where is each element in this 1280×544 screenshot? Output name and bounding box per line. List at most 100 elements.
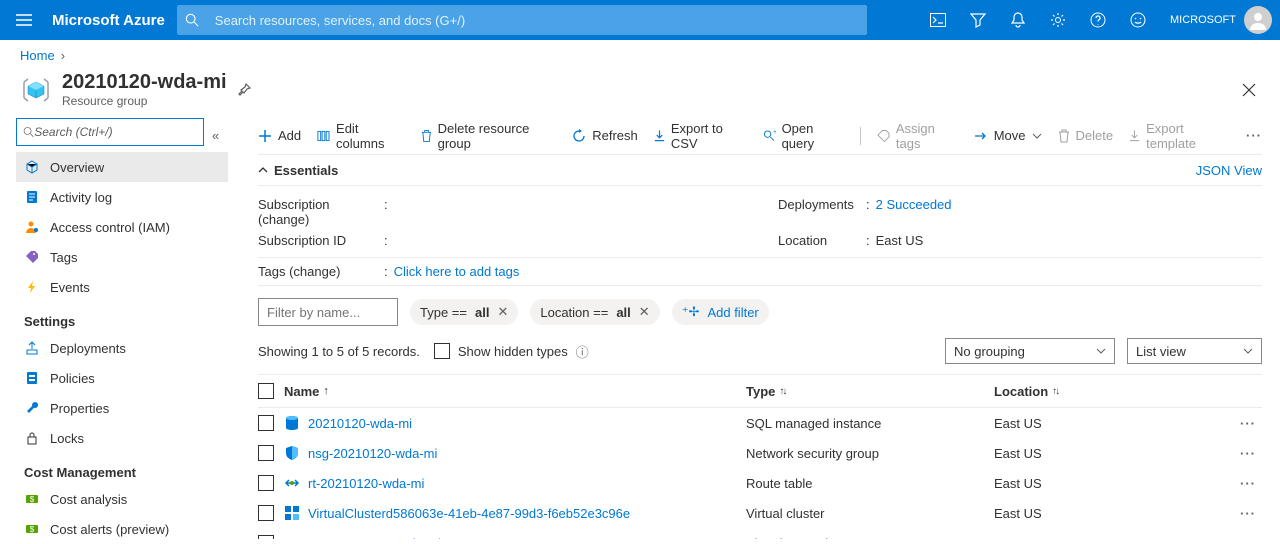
change-subscription-link[interactable]: change [262, 212, 305, 227]
row-overflow-button[interactable]: ··· [1240, 536, 1256, 540]
lightning-icon [24, 279, 40, 295]
sidebar-item-tags[interactable]: Tags [16, 242, 228, 272]
select-all-checkbox[interactable] [258, 383, 274, 399]
brand-label: Microsoft Azure [48, 12, 177, 29]
toolbar-divider [860, 127, 861, 145]
sidebar-item-cost-analysis[interactable]: $ Cost analysis [16, 484, 228, 514]
chevron-down-icon [1243, 348, 1253, 354]
notifications-icon[interactable] [998, 0, 1038, 40]
info-icon[interactable]: ⓘ [576, 342, 589, 361]
resource-location-cell: East US [994, 446, 1234, 461]
filter-by-name-input[interactable] [258, 298, 398, 326]
row-overflow-button[interactable]: ··· [1240, 506, 1256, 521]
resource-location-cell: East US [994, 416, 1234, 431]
sort-icon: ↑↓ [1052, 386, 1058, 397]
open-query-button[interactable]: +Open query [763, 121, 844, 151]
sidebar-item-label: Locks [50, 431, 84, 446]
location-label: Location [778, 233, 860, 248]
table-row: rt-20210120-wda-miRoute tableEast US··· [258, 468, 1262, 498]
account-label[interactable]: MICROSOFT [1158, 14, 1244, 26]
row-overflow-button[interactable]: ··· [1240, 476, 1256, 491]
sidebar-item-label: Access control (IAM) [50, 220, 170, 235]
help-icon[interactable] [1078, 0, 1118, 40]
svg-text:+: + [773, 129, 776, 136]
sidebar-item-activity-log[interactable]: Activity log [16, 182, 228, 212]
breadcrumb-home[interactable]: Home [20, 48, 55, 63]
row-checkbox[interactable] [258, 505, 274, 521]
feedback-icon[interactable] [1118, 0, 1158, 40]
delete-resource-group-button[interactable]: Delete resource group [421, 121, 557, 151]
resource-type-cell: Network security group [746, 446, 994, 461]
row-checkbox[interactable] [258, 535, 274, 539]
cloud-shell-icon[interactable] [918, 0, 958, 40]
deployments-link[interactable]: 2 Succeeded [876, 197, 952, 212]
filter-type-pill[interactable]: Type == all✕ [410, 299, 518, 325]
sidebar-item-iam[interactable]: Access control (IAM) [16, 212, 228, 242]
grouping-dropdown[interactable]: No grouping [945, 338, 1115, 364]
subscription-label: Subscription (change) [258, 197, 378, 227]
row-checkbox[interactable] [258, 415, 274, 431]
directory-filter-icon[interactable] [958, 0, 998, 40]
export-template-button: Export template [1129, 121, 1230, 151]
chevron-up-icon[interactable] [258, 166, 268, 174]
sidebar-search-input[interactable] [34, 125, 197, 139]
resource-link[interactable]: vnet-20210120-wda-mi [284, 535, 441, 539]
subscription-id-label: Subscription ID [258, 233, 378, 248]
edit-columns-button[interactable]: Edit columns [317, 121, 404, 151]
avatar[interactable] [1244, 6, 1272, 34]
column-header-type[interactable]: Type↑↓ [746, 384, 994, 399]
toolbar-overflow-button[interactable]: ··· [1246, 128, 1262, 143]
row-overflow-button[interactable]: ··· [1240, 446, 1256, 461]
resource-location-cell: East US [994, 536, 1234, 540]
row-overflow-button[interactable]: ··· [1240, 416, 1256, 431]
resource-link[interactable]: nsg-20210120-wda-mi [284, 445, 437, 461]
change-tags-link[interactable]: change [293, 264, 336, 279]
search-icon [185, 13, 199, 27]
sidebar-search[interactable] [16, 118, 204, 146]
filter-location-pill[interactable]: Location == all✕ [530, 299, 659, 325]
show-hidden-checkbox[interactable] [434, 343, 450, 359]
sidebar-item-events[interactable]: Events [16, 272, 228, 302]
location-value: East US [876, 233, 924, 248]
export-csv-button[interactable]: Export to CSV [654, 121, 747, 151]
view-dropdown[interactable]: List view [1127, 338, 1262, 364]
global-search-input[interactable] [207, 13, 867, 28]
sidebar-item-policies[interactable]: Policies [16, 363, 228, 393]
json-view-link[interactable]: JSON View [1196, 163, 1262, 178]
settings-icon[interactable] [1038, 0, 1078, 40]
close-icon[interactable]: ✕ [497, 304, 508, 320]
collapse-sidebar-icon[interactable]: « [212, 128, 219, 143]
show-hidden-label: Show hidden types [458, 344, 568, 359]
sidebar-item-locks[interactable]: Locks [16, 423, 228, 453]
add-filter-button[interactable]: ⁺✢Add filter [672, 299, 769, 325]
sidebar-item-label: Cost analysis [50, 492, 127, 507]
sidebar-item-label: Overview [50, 160, 104, 175]
person-icon [24, 219, 40, 235]
pin-icon[interactable] [237, 83, 251, 97]
sidebar-item-properties[interactable]: Properties [16, 393, 228, 423]
row-checkbox[interactable] [258, 475, 274, 491]
move-button[interactable]: Move [974, 128, 1042, 143]
column-header-location[interactable]: Location↑↓ [994, 384, 1234, 399]
sidebar-item-cost-alerts[interactable]: $ Cost alerts (preview) [16, 514, 228, 544]
resource-type-cell: SQL managed instance [746, 416, 994, 431]
table-row: 20210120-wda-mi SQL managed instanceEast … [258, 408, 1262, 438]
resource-link[interactable]: rt-20210120-wda-mi [284, 475, 424, 491]
resource-type-icon [284, 505, 300, 521]
dollar-alert-icon: $ [24, 521, 40, 537]
close-button[interactable] [1238, 79, 1260, 101]
global-search[interactable] [177, 5, 867, 35]
chevron-down-icon [1032, 133, 1042, 139]
row-checkbox[interactable] [258, 445, 274, 461]
sidebar-item-overview[interactable]: Overview [16, 152, 228, 182]
add-tags-link[interactable]: Click here to add tags [394, 264, 520, 279]
hamburger-menu[interactable] [0, 0, 48, 40]
resource-link[interactable]: VirtualClusterd586063e-41eb-4e87-99d3-f6… [284, 505, 630, 521]
close-icon[interactable]: ✕ [639, 304, 650, 320]
column-header-name[interactable]: Name↑ [284, 384, 746, 399]
add-button[interactable]: Add [258, 128, 301, 143]
resource-type-icon [284, 475, 300, 491]
refresh-button[interactable]: Refresh [572, 128, 638, 143]
sidebar-item-deployments[interactable]: Deployments [16, 333, 228, 363]
resource-link[interactable]: 20210120-wda-mi [284, 415, 412, 431]
